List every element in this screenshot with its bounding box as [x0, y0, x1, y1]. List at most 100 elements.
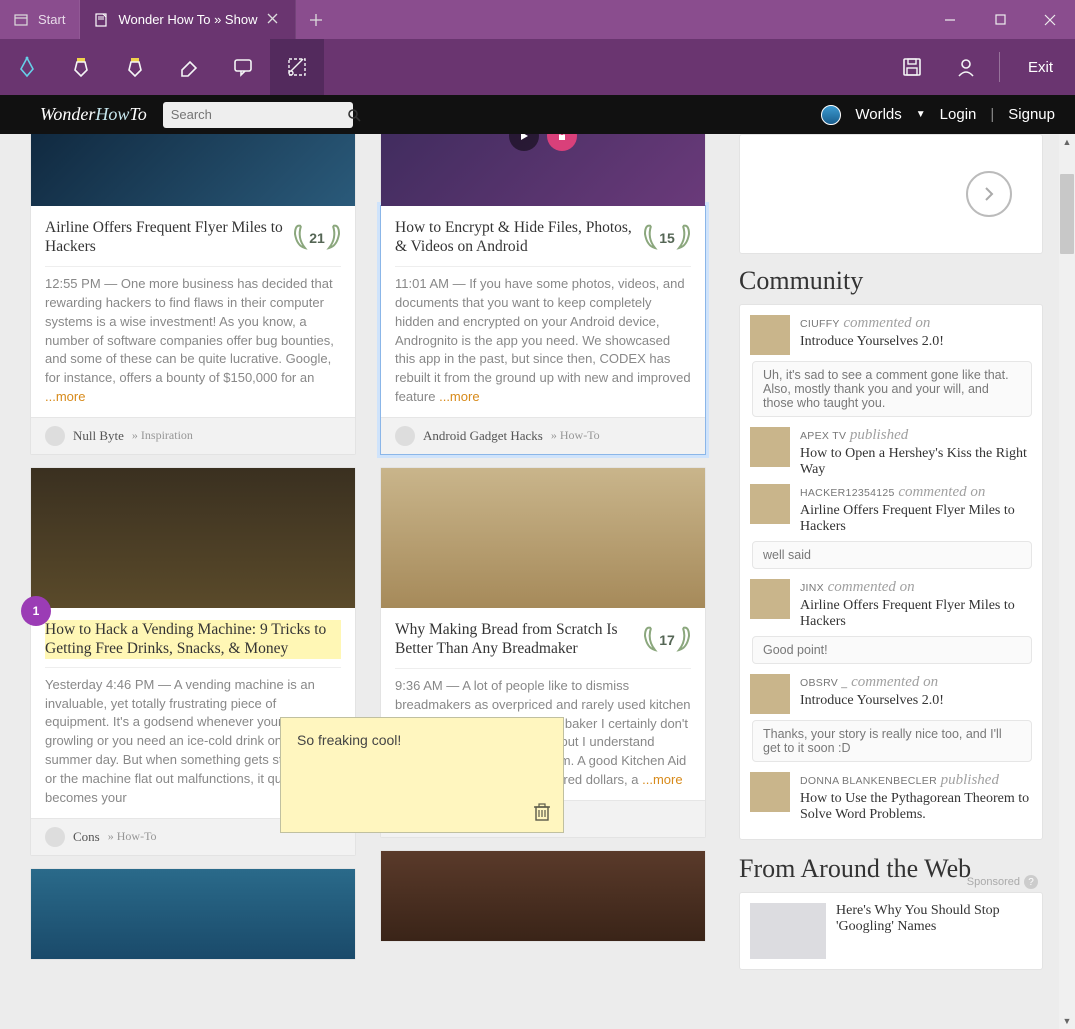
community-topic[interactable]: Introduce Yourselves 2.0!	[800, 693, 1032, 709]
avatar	[750, 674, 790, 714]
sticky-note[interactable]: So freaking cool!	[280, 717, 564, 833]
sponsored-label: Sponsored?	[967, 875, 1038, 889]
card-image[interactable]	[381, 134, 705, 206]
community-verb: commented on	[851, 674, 938, 690]
logo-part2: How	[95, 104, 129, 124]
card-title[interactable]: Why Making Bread from Scratch Is Better …	[395, 620, 635, 660]
card-category[interactable]: » How-To	[551, 428, 600, 443]
chevron-down-icon[interactable]: ▼	[916, 109, 926, 120]
tab-start[interactable]: Start	[0, 0, 80, 39]
new-tab-button[interactable]	[296, 0, 336, 39]
article-card	[380, 850, 706, 942]
logo-part3: To	[129, 104, 146, 124]
card-image[interactable]	[31, 468, 355, 608]
more-link[interactable]: ...more	[45, 389, 85, 404]
note-tool[interactable]	[216, 39, 270, 95]
card-image[interactable]	[31, 134, 355, 206]
card-author[interactable]: Null Byte	[73, 428, 124, 444]
play-icon[interactable]	[509, 134, 539, 151]
community-item: OBSRV _ commented on Introduce Yourselve…	[750, 674, 1032, 714]
card-image[interactable]	[381, 851, 705, 941]
more-link[interactable]: ...more	[642, 772, 682, 787]
community-user[interactable]: HACKER12354125	[800, 487, 895, 499]
kudos-badge: 17	[643, 620, 691, 660]
info-icon[interactable]: ?	[1024, 875, 1038, 889]
card-category[interactable]: » How-To	[108, 829, 157, 844]
rank-badge: 1	[21, 596, 51, 626]
card-title[interactable]: Airline Offers Frequent Flyer Miles to H…	[45, 218, 285, 258]
nav-signup[interactable]: Signup	[1008, 106, 1055, 123]
pen-tool[interactable]	[0, 39, 54, 95]
titlebar: Start Wonder How To » Show	[0, 0, 1075, 39]
community-topic[interactable]: Introduce Yourselves 2.0!	[800, 334, 1032, 350]
tab-wonderhowto[interactable]: Wonder How To » Show	[80, 0, 296, 39]
trash-icon[interactable]	[533, 802, 551, 822]
card-title[interactable]: How to Encrypt & Hide Files, Photos, & V…	[395, 218, 635, 258]
kudos-badge: 21	[293, 218, 341, 258]
community-user[interactable]: CIUFFY	[800, 318, 840, 330]
community-topic[interactable]: Airline Offers Frequent Flyer Miles to H…	[800, 503, 1032, 535]
community-verb: commented on	[843, 315, 930, 331]
highlighter-tool-2[interactable]	[108, 39, 162, 95]
scrollbar[interactable]: ▲ ▼	[1059, 134, 1075, 1029]
clip-tool[interactable]	[270, 39, 324, 95]
site-logo[interactable]: WonderHowTo	[40, 104, 147, 125]
scroll-down-icon[interactable]: ▼	[1059, 1013, 1075, 1029]
search-input[interactable]	[171, 107, 347, 122]
start-tab-icon	[14, 13, 28, 27]
article-card: Airline Offers Frequent Flyer Miles to H…	[30, 134, 356, 455]
community-topic[interactable]: How to Use the Pythagorean Theorem to So…	[800, 791, 1032, 823]
site-header: WonderHowTo Worlds ▼ Login | Signup	[0, 95, 1075, 134]
community-user[interactable]: DONNA BLANKENBECLER	[800, 775, 937, 787]
sponsored-thumb	[750, 903, 826, 959]
nav-sep: |	[990, 106, 994, 123]
nav-login[interactable]: Login	[940, 106, 977, 123]
share-button[interactable]	[939, 39, 993, 95]
card-image[interactable]	[381, 468, 705, 608]
sponsored-title[interactable]: Here's Why You Should Stop 'Googling' Na…	[836, 903, 1032, 959]
community-user[interactable]: OBSRV _	[800, 677, 847, 689]
more-link[interactable]: ...more	[439, 389, 479, 404]
avatar	[395, 426, 415, 446]
avatar	[750, 579, 790, 619]
maximize-button[interactable]	[975, 0, 1025, 39]
community-user[interactable]: APEX TV	[800, 430, 846, 442]
card-image[interactable]	[31, 869, 355, 959]
exit-button[interactable]: Exit	[1006, 59, 1075, 76]
save-button[interactable]	[885, 39, 939, 95]
highlighter-tool[interactable]	[54, 39, 108, 95]
search-icon[interactable]	[347, 108, 361, 122]
community-comment: well said	[752, 541, 1032, 569]
card-title[interactable]: How to Hack a Vending Machine: 9 Tricks …	[45, 620, 341, 659]
toolbar-divider	[999, 52, 1000, 82]
close-tab-icon[interactable]	[267, 13, 281, 27]
arrow-right-icon[interactable]	[966, 171, 1012, 217]
card-author[interactable]: Android Gadget Hacks	[423, 428, 543, 444]
community-topic[interactable]: Airline Offers Frequent Flyer Miles to H…	[800, 598, 1032, 630]
community-verb: published	[941, 772, 999, 788]
card-excerpt: 12:55 PM — One more business has decided…	[45, 275, 341, 407]
kudos-badge: 15	[643, 218, 691, 258]
tab-start-label: Start	[38, 12, 65, 27]
card-author[interactable]: Cons	[73, 829, 100, 845]
scroll-thumb[interactable]	[1060, 174, 1074, 254]
card-excerpt: 11:01 AM — If you have some photos, vide…	[395, 275, 691, 407]
promo-card[interactable]	[739, 134, 1043, 254]
avatar	[750, 427, 790, 467]
community-topic[interactable]: How to Open a Hershey's Kiss the Right W…	[800, 446, 1032, 478]
avatar	[750, 484, 790, 524]
sponsored-card[interactable]: Here's Why You Should Stop 'Googling' Na…	[739, 892, 1043, 970]
close-window-button[interactable]	[1025, 0, 1075, 39]
community-item: APEX TV published How to Open a Hershey'…	[750, 427, 1032, 478]
search-wrap[interactable]	[163, 102, 353, 128]
avatar	[45, 827, 65, 847]
eraser-tool[interactable]	[162, 39, 216, 95]
article-card	[30, 868, 356, 960]
scroll-up-icon[interactable]: ▲	[1059, 134, 1075, 150]
tab-active-label: Wonder How To » Show	[118, 12, 257, 27]
community-item: DONNA BLANKENBECLER published How to Use…	[750, 772, 1032, 823]
minimize-button[interactable]	[925, 0, 975, 39]
nav-worlds[interactable]: Worlds	[855, 106, 901, 123]
card-category[interactable]: » Inspiration	[132, 428, 193, 443]
community-user[interactable]: JINX	[800, 582, 824, 594]
